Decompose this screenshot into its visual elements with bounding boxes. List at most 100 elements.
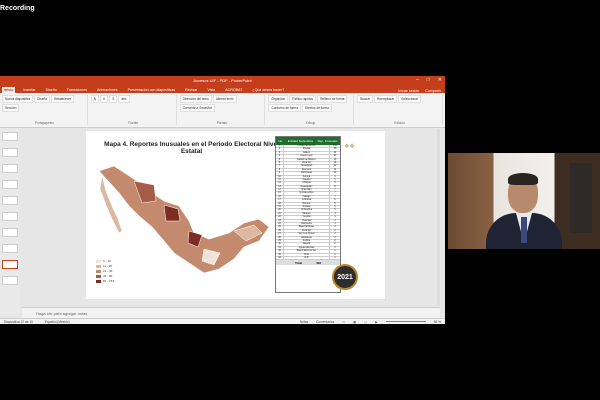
decorative-logo-icon: ❖❖	[344, 144, 355, 150]
table-cell: 11	[333, 168, 337, 171]
quick-styles-button[interactable]: Estilos rápidos	[289, 95, 317, 103]
smartart-button[interactable]: Convertir a SmartArt	[179, 104, 215, 112]
text-direction-button[interactable]: Dirección del texto	[179, 95, 212, 103]
mainland-shape	[98, 165, 270, 274]
window-title: Accesos UIF - PDF - PowerPoint	[193, 78, 252, 83]
person-tie	[521, 217, 527, 243]
replace-button[interactable]: Reemplazar	[374, 95, 398, 103]
tab-transiciones[interactable]: Transiciones	[65, 87, 89, 93]
slide-thumbnail[interactable]	[2, 180, 18, 189]
slide-thumbnail[interactable]	[2, 148, 18, 157]
table-cell: 1	[334, 250, 336, 253]
table-cell: Michoacán	[284, 172, 330, 175]
slide-thumbnail[interactable]	[2, 228, 18, 237]
table-cell: Nayarit	[284, 243, 330, 246]
table-cell: 2	[334, 236, 336, 239]
sign-in-link[interactable]: Iniciar sesión	[398, 89, 419, 93]
tab-inicio[interactable]: Inicio	[2, 87, 16, 93]
reading-view-icon[interactable]: ▢	[364, 320, 367, 324]
shape-outline-button[interactable]: Contorno de forma	[268, 104, 301, 112]
group-label: Portapapeles	[35, 121, 54, 125]
slide-thumbnail[interactable]	[2, 196, 18, 205]
maximize-icon[interactable]: □	[427, 77, 430, 83]
slide-thumbnail[interactable]	[2, 244, 18, 253]
zoom-slider[interactable]	[385, 321, 426, 322]
language-indicator[interactable]: Español (México)	[45, 320, 70, 324]
select-button[interactable]: Seleccionar	[398, 95, 421, 103]
total-label: Total	[295, 260, 302, 265]
slide-thumbnail[interactable]	[2, 132, 18, 141]
sorter-view-icon[interactable]: ▦	[353, 320, 356, 324]
slide-thumbnail[interactable]	[2, 212, 18, 221]
table-cell: 153	[333, 145, 337, 147]
map-legend: 0 - 10 11 - 20 21 - 40 41 - 80 81 - 153	[96, 259, 114, 284]
slide-thumbnail[interactable]	[2, 164, 18, 173]
arrange-button[interactable]: Organizar	[268, 95, 289, 103]
table-cell: Jalisco	[284, 151, 330, 155]
slide-thumbnail-selected[interactable]	[2, 260, 18, 269]
table-cell: 3	[334, 226, 336, 229]
find-button[interactable]: Buscar	[357, 95, 374, 103]
italic-button[interactable]: K	[100, 95, 109, 103]
tab-animaciones[interactable]: Animaciones	[95, 87, 120, 93]
table-cell: 34	[276, 256, 284, 260]
new-slide-button[interactable]: Nueva diapositiva	[2, 95, 34, 103]
slideshow-view-icon[interactable]: ▶	[375, 320, 377, 324]
slide-thumbnails-pane[interactable]	[0, 129, 20, 315]
close-icon[interactable]: ✕	[438, 77, 442, 83]
bold-button[interactable]: N	[90, 95, 100, 103]
table-cell: 20	[333, 155, 337, 158]
table-cell: Durango	[284, 229, 330, 233]
table-cell: Zacatecas	[284, 236, 330, 239]
slide-title: Mapa 4. Reportes Inusuales en el Periodo…	[104, 141, 279, 155]
table-cell: Colima	[284, 239, 330, 243]
notes-toggle[interactable]: Notas	[300, 320, 308, 324]
table-cell: 10	[333, 172, 337, 175]
table-cell: 27	[276, 233, 284, 236]
table-cell: 1	[276, 145, 284, 148]
share-button[interactable]: Compartir	[425, 89, 441, 93]
table-cell: 4	[334, 219, 336, 222]
layout-button[interactable]: Diseño	[34, 95, 51, 103]
table-cell: 9	[334, 175, 336, 178]
table-cell: Tamaulipas	[284, 165, 330, 168]
slide[interactable]: Mapa 4. Reportes Inusuales en el Periodo…	[86, 131, 385, 299]
legend-swatch	[96, 274, 101, 278]
tab-diseno[interactable]: Diseño	[44, 87, 59, 93]
table-cell: 17	[276, 199, 284, 202]
tell-me-search[interactable]: ¿Qué desea hacer?	[250, 87, 286, 93]
align-text-button[interactable]: Alinear texto	[212, 95, 237, 103]
tab-acrobat[interactable]: ACROBAT	[223, 87, 244, 93]
table-cell: Tlaxcala	[284, 219, 330, 222]
notes-pane[interactable]: Haga clic para agregar notas	[22, 307, 440, 318]
reset-button[interactable]: Restablecer	[51, 95, 75, 103]
tab-vista[interactable]: Vista	[205, 87, 217, 93]
vertical-scrollbar[interactable]	[437, 129, 440, 305]
underline-button[interactable]: S	[109, 95, 118, 103]
table-cell: 7	[276, 165, 284, 168]
shape-effects-button[interactable]: Efectos de forma	[301, 104, 333, 112]
ribbon-group-drawing: Organizar Estilos rápidos Relleno de for…	[268, 95, 355, 125]
title-bar: Accesos UIF - PDF - PowerPoint – □ ✕	[0, 76, 445, 85]
legend-label: 81 - 153	[103, 279, 115, 283]
slide-thumbnail[interactable]	[2, 276, 18, 285]
normal-view-icon[interactable]: ▭	[342, 320, 345, 324]
tab-revisar[interactable]: Revisar	[183, 87, 199, 93]
table-cell: 3	[276, 151, 284, 155]
minimize-icon[interactable]: –	[416, 77, 419, 83]
table-cell: Yucatán	[284, 216, 330, 219]
zoom-level[interactable]: 66 %	[434, 320, 441, 324]
shape-fill-button[interactable]: Relleno de forma	[317, 95, 348, 103]
table-cell: Quintana Roo	[284, 192, 330, 195]
tab-insertar[interactable]: Insertar	[21, 87, 37, 93]
slide-canvas: Mapa 4. Reportes Inusuales en el Periodo…	[22, 129, 440, 305]
table-cell: 12	[333, 165, 337, 168]
strikethrough-button[interactable]: abc	[118, 95, 130, 103]
comments-toggle[interactable]: Comentarios	[316, 320, 334, 324]
column-header: Rep. Inusuales	[317, 139, 338, 143]
table-cell: 18	[276, 202, 284, 206]
webcam-video	[448, 153, 600, 249]
tab-presentacion[interactable]: Presentación con diapositivas	[126, 87, 178, 93]
ribbon-group-clipboard: Nueva diapositiva Diseño Restablecer Sec…	[2, 95, 88, 125]
section-button[interactable]: Sección	[2, 104, 20, 112]
